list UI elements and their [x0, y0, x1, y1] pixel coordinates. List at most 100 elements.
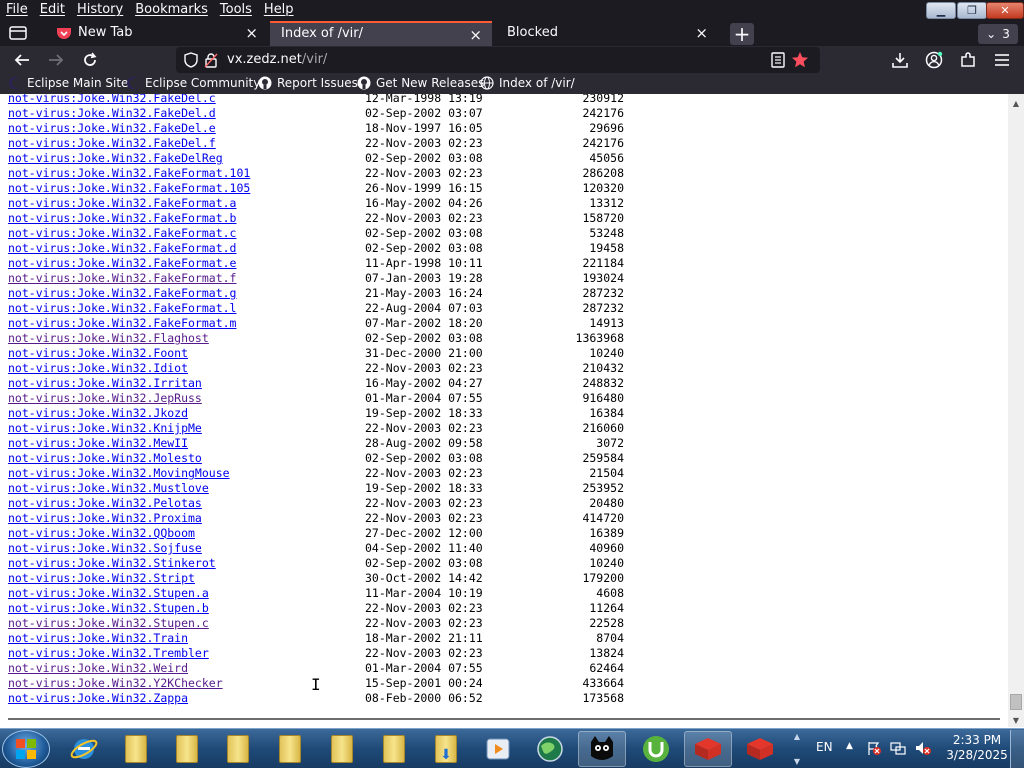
scroll-down-arrow-icon[interactable]: ▼ [1008, 713, 1024, 727]
file-link[interactable]: not-virus:Joke.Win32.FakeFormat.e [8, 256, 236, 271]
menu-file[interactable]: File [0, 2, 34, 17]
close-window-button[interactable]: ✕ [986, 2, 1024, 19]
reload-button[interactable] [80, 50, 100, 70]
menu-tools[interactable]: Tools [214, 2, 258, 17]
file-link[interactable]: not-virus:Joke.Win32.FakeDel.c [8, 94, 216, 106]
app-menu-button[interactable] [992, 50, 1012, 70]
file-link[interactable]: not-virus:Joke.Win32.Stupen.c [8, 616, 209, 631]
menu-bookmarks[interactable]: Bookmarks [129, 2, 214, 17]
new-tab-button[interactable]: + [730, 22, 754, 46]
file-link[interactable]: not-virus:Joke.Win32.FakeFormat.c [8, 226, 236, 241]
taskbar-folder[interactable] [266, 731, 314, 767]
file-link[interactable]: not-virus:Joke.Win32.MewII [8, 436, 188, 451]
file-link[interactable]: not-virus:Joke.Win32.Irritan [8, 376, 202, 391]
file-link[interactable]: not-virus:Joke.Win32.Stript [8, 571, 195, 586]
clock[interactable]: 2:33 PM 3/28/2025 [934, 733, 1020, 763]
taskbar-folder[interactable] [370, 731, 418, 767]
menu-help[interactable]: Help [258, 2, 300, 17]
minimize-button[interactable]: ▁ [926, 2, 956, 19]
tab-close-icon[interactable]: × [695, 24, 708, 42]
chevron-down-icon[interactable]: ▼ [794, 757, 800, 766]
file-link[interactable]: not-virus:Joke.Win32.Stupen.a [8, 586, 209, 601]
file-link[interactable]: not-virus:Joke.Win32.FakeFormat.105 [8, 181, 250, 196]
bookmark-eclipse-main-site[interactable]: Eclipse Main Site [8, 76, 128, 90]
file-link[interactable]: not-virus:Joke.Win32.Y2KChecker [8, 676, 223, 691]
file-link[interactable]: not-virus:Joke.Win32.FakeFormat.b [8, 211, 236, 226]
file-link[interactable]: not-virus:Joke.Win32.FakeFormat.m [8, 316, 236, 331]
tab-index-of-vir[interactable]: Index of /vir/ × [270, 21, 492, 46]
file-link[interactable]: not-virus:Joke.Win32.Trembler [8, 646, 209, 661]
file-link[interactable]: not-virus:Joke.Win32.Mustlove [8, 481, 209, 496]
scroll-up-arrow-icon[interactable]: ▲ [1008, 96, 1024, 110]
network-icon[interactable] [890, 740, 906, 759]
forward-button[interactable] [46, 50, 66, 70]
taskbar-folder[interactable] [214, 731, 262, 767]
tab-new-tab[interactable]: New Tab × [46, 21, 268, 46]
taskbar-folder[interactable] [318, 731, 366, 767]
file-link[interactable]: not-virus:Joke.Win32.Train [8, 631, 188, 646]
menu-edit[interactable]: Edit [34, 2, 71, 17]
tab-close-icon[interactable]: × [245, 24, 258, 42]
bookmark-eclipse-community[interactable]: Eclipse Community [126, 76, 260, 90]
tab-close-icon[interactable]: × [469, 26, 482, 44]
show-desktop-button[interactable] [1010, 730, 1024, 768]
bookmark-star-button[interactable] [790, 50, 810, 70]
file-link[interactable]: not-virus:Joke.Win32.FakeFormat.f [8, 271, 236, 286]
file-link[interactable]: not-virus:Joke.Win32.FakeFormat.l [8, 301, 236, 316]
file-link[interactable]: not-virus:Joke.Win32.FakeFormat.101 [8, 166, 250, 181]
taskbar-folder[interactable] [163, 731, 211, 767]
file-link[interactable]: not-virus:Joke.Win32.FakeDel.d [8, 106, 216, 121]
taskbar-media-player[interactable] [474, 731, 522, 767]
scrollbar-thumb[interactable] [1010, 694, 1022, 710]
file-link[interactable]: not-virus:Joke.Win32.FakeDel.f [8, 136, 216, 151]
bookmark-get-new-releases[interactable]: Get New Releases [357, 76, 484, 90]
start-button[interactable] [2, 730, 50, 768]
restore-button[interactable]: ❐ [957, 2, 987, 19]
file-link[interactable]: not-virus:Joke.Win32.Sojfuse [8, 541, 202, 556]
file-link[interactable]: not-virus:Joke.Win32.Pelotas [8, 496, 202, 511]
file-link[interactable]: not-virus:Joke.Win32.Zappa [8, 691, 188, 706]
file-link[interactable]: not-virus:Joke.Win32.FakeFormat.a [8, 196, 236, 211]
taskbar-scroll-buttons[interactable]: ▲ ▼ [790, 732, 804, 766]
taskbar-cat-app[interactable] [578, 731, 626, 767]
show-hidden-icons-icon[interactable]: ▲ [846, 741, 853, 751]
file-link[interactable]: not-virus:Joke.Win32.Proxima [8, 511, 202, 526]
file-link[interactable]: not-virus:Joke.Win32.FakeDelReg [8, 151, 223, 166]
url-bar[interactable]: vx.zedz.net/vir/ [176, 47, 820, 73]
extensions-button[interactable] [958, 50, 978, 70]
menu-history[interactable]: History [71, 2, 129, 17]
taskbar-folder[interactable] [112, 731, 160, 767]
file-link[interactable]: not-virus:Joke.Win32.Flaghost [8, 331, 209, 346]
action-center-flag-icon[interactable] [866, 740, 882, 759]
back-button[interactable] [12, 50, 32, 70]
bookmark-report-issues[interactable]: Report Issues [258, 76, 358, 90]
tracking-protection-shield-icon[interactable] [184, 52, 198, 72]
file-link[interactable]: not-virus:Joke.Win32.FakeFormat.d [8, 241, 236, 256]
taskbar-red-box-app[interactable] [736, 731, 784, 767]
list-all-tabs-button[interactable]: ⌄ 3 [978, 24, 1018, 44]
tab-blocked[interactable]: Blocked × [496, 21, 718, 46]
file-link[interactable]: not-virus:Joke.Win32.Idiot [8, 361, 188, 376]
taskbar-downloads-folder[interactable]: ⬇ [422, 731, 470, 767]
account-button[interactable] [924, 50, 944, 70]
vertical-scrollbar[interactable]: ▲ ▼ [1008, 94, 1024, 727]
downloads-button[interactable] [890, 50, 910, 70]
file-link[interactable]: not-virus:Joke.Win32.Jkozd [8, 406, 188, 421]
reader-view-button[interactable] [768, 50, 788, 70]
bookmark-index-of-vir[interactable]: Index of /vir/ [480, 76, 575, 90]
file-link[interactable]: not-virus:Joke.Win32.Foont [8, 346, 188, 361]
language-indicator[interactable]: EN [816, 740, 833, 754]
file-link[interactable]: not-virus:Joke.Win32.Molesto [8, 451, 202, 466]
file-link[interactable]: not-virus:Joke.Win32.KnijpMe [8, 421, 202, 436]
file-link[interactable]: not-virus:Joke.Win32.Weird [8, 661, 188, 676]
tab-overview-button[interactable] [8, 23, 28, 43]
file-link[interactable]: not-virus:Joke.Win32.FakeFormat.g [8, 286, 236, 301]
taskbar-browser-globe[interactable] [526, 731, 574, 767]
file-link[interactable]: not-virus:Joke.Win32.FakeDel.e [8, 121, 216, 136]
taskbar-internet-explorer[interactable] [60, 731, 108, 767]
file-link[interactable]: not-virus:Joke.Win32.Stupen.b [8, 601, 209, 616]
taskbar-utorrent[interactable] [632, 731, 680, 767]
insecure-lock-icon[interactable] [204, 52, 218, 72]
volume-muted-icon[interactable] [914, 740, 932, 759]
file-link[interactable]: not-virus:Joke.Win32.MovingMouse [8, 466, 230, 481]
